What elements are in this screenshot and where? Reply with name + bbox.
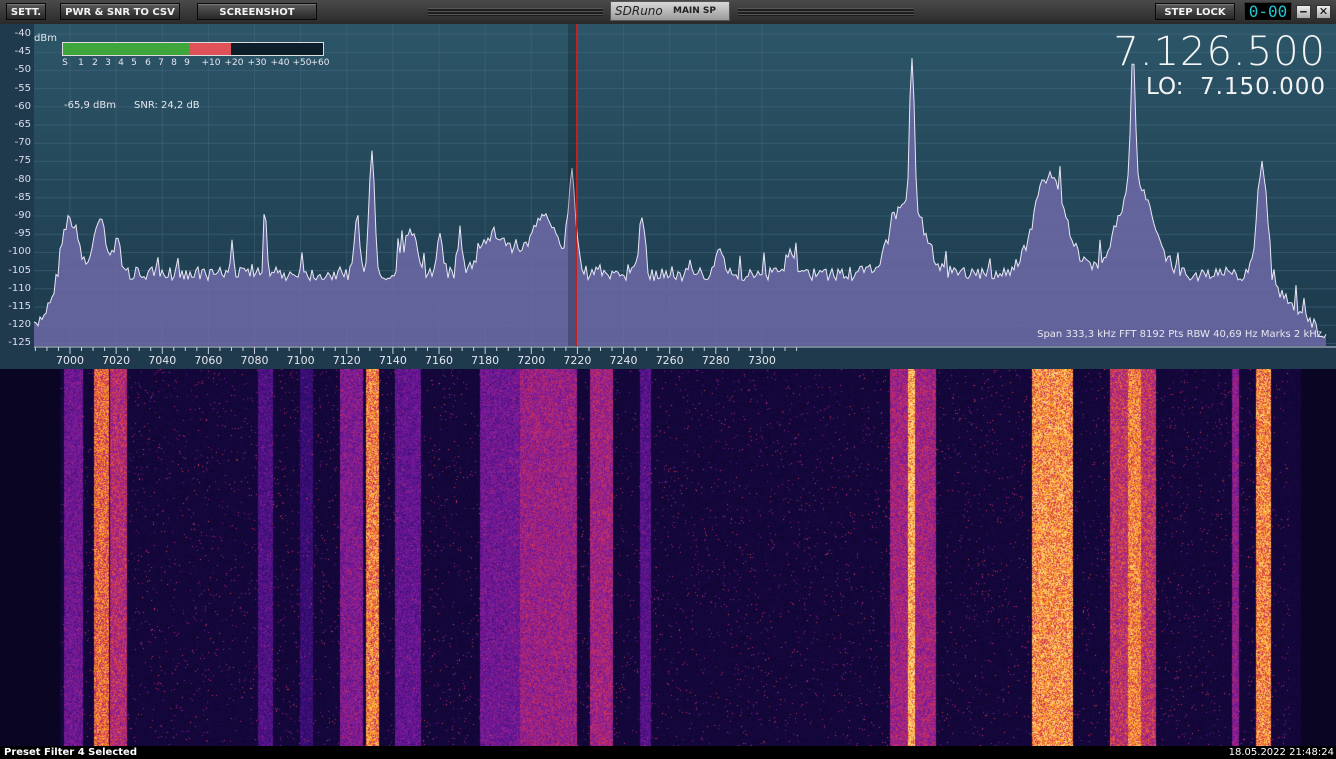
waterfall-canvas[interactable]	[0, 369, 1336, 746]
s-meter-tick: +20	[224, 58, 244, 68]
x-tick-label: 7160	[425, 354, 454, 367]
x-tick-label: 7060	[194, 354, 223, 367]
s-meter-tick: 5	[131, 58, 137, 68]
y-tick-label: -40	[14, 28, 31, 39]
settings-button[interactable]: SETT.	[6, 3, 46, 20]
snr-readout: SNR: 24,2 dB	[134, 100, 200, 111]
y-tick-label: -50	[14, 64, 31, 76]
pwr-snr-to-csv-button[interactable]: PWR & SNR TO CSV	[60, 3, 180, 20]
toolbar: SETT. PWR & SNR TO CSV SCREENSHOT SDRuno…	[0, 0, 1336, 25]
y-tick-label: -65	[14, 119, 31, 130]
s-meter-tick: S	[62, 58, 68, 68]
x-tick-label: 7280	[701, 354, 730, 367]
y-tick-label: -125	[8, 337, 31, 349]
y-tick-label: -55	[14, 82, 31, 94]
y-tick-label: -45	[14, 46, 31, 58]
step-lock-button[interactable]: STEP LOCK	[1155, 3, 1235, 20]
x-tick-label: 7300	[747, 354, 776, 367]
y-tick-label: -80	[14, 173, 31, 185]
s-meter-tick: 6	[145, 58, 151, 68]
window-name: MAIN SP	[673, 6, 717, 16]
x-tick-label: 7020	[102, 354, 131, 367]
signal-level-readout: -65,9 dBm	[64, 100, 117, 111]
spectrum-plot[interactable]	[0, 24, 1336, 369]
s-meter-tick: +40	[270, 58, 290, 68]
preset-status-text: Preset Filter 4 Selected	[4, 747, 137, 758]
x-tick-label: 7260	[655, 354, 684, 367]
minimize-icon[interactable]: ‒	[1296, 5, 1311, 19]
s-meter-tick: 9	[184, 58, 190, 68]
filter-passband-shade	[568, 24, 576, 346]
s-meter-green-fill	[63, 43, 189, 55]
y-tick-label: -100	[8, 246, 31, 258]
digit-display: 0-00	[1244, 2, 1292, 21]
y-tick-label: -90	[14, 210, 31, 221]
waterfall-display[interactable]	[0, 369, 1336, 746]
datetime-display: 18.05.2022 21:48:24	[1228, 747, 1334, 758]
window-title-tab[interactable]: SDRuno MAIN SP	[610, 1, 730, 21]
lo-label: LO:	[1146, 74, 1184, 100]
drag-grip-right[interactable]	[738, 8, 914, 16]
s-meter-tick: 8	[171, 58, 177, 68]
tuned-frequency-display[interactable]: 7.126.500	[1113, 30, 1326, 74]
status-bar: Preset Filter 4 Selected 18.05.2022 21:4…	[0, 746, 1336, 758]
y-axis-unit: dBm	[34, 33, 57, 44]
y-tick-label: -70	[14, 137, 31, 149]
s-meter-bar	[62, 42, 324, 56]
y-tick-label: -60	[14, 100, 31, 112]
s-meter-tick: +60	[310, 58, 330, 68]
drag-grip-left[interactable]	[428, 8, 603, 16]
s-meter-tick: 1	[78, 58, 84, 68]
x-tick-label: 7120	[332, 354, 361, 367]
y-tick-label: -85	[14, 191, 31, 203]
y-tick-label: -110	[8, 282, 31, 294]
x-tick-label: 7100	[286, 354, 315, 367]
y-tick-label: -105	[8, 264, 31, 276]
sdruno-logo: SDRuno	[615, 4, 663, 18]
x-tick-label: 7040	[148, 354, 177, 367]
s-meter-tick: 7	[158, 58, 164, 68]
y-tick-label: -75	[14, 155, 31, 167]
spectrum-display[interactable]: -40 -45 -50 -55 -60 -65 -70 -75 -80 -85 -90 -95 -100…	[0, 24, 1336, 369]
x-tick-label: 7140	[378, 354, 407, 367]
lo-frequency-display[interactable]: 7.150.000	[1200, 74, 1326, 100]
x-tick-label: 7000	[56, 354, 84, 367]
x-tick-label: 7200	[517, 354, 546, 367]
s-meter-red-fill	[189, 43, 231, 55]
s-meter-tick: 3	[105, 58, 111, 68]
x-tick-label: 7240	[609, 354, 638, 367]
s-meter-tick: +50	[292, 58, 312, 68]
x-tick-label: 7080	[240, 354, 269, 367]
screenshot-button[interactable]: SCREENSHOT	[197, 3, 317, 20]
y-tick-label: -95	[14, 228, 31, 240]
x-tick-label: 7220	[563, 354, 592, 367]
s-meter-tick: +10	[201, 58, 221, 68]
close-icon[interactable]: ✕	[1316, 5, 1331, 19]
y-tick-label: -120	[8, 319, 31, 331]
s-meter-tick: 4	[118, 58, 124, 68]
s-meter-tick: 2	[92, 58, 98, 68]
x-tick-label: 7180	[471, 354, 500, 367]
fft-status-line: Span 333,3 kHz FFT 8192 Pts RBW 40,69 Hz…	[1037, 329, 1322, 340]
y-tick-label: -115	[8, 301, 31, 312]
s-meter-tick: +30	[247, 58, 267, 68]
